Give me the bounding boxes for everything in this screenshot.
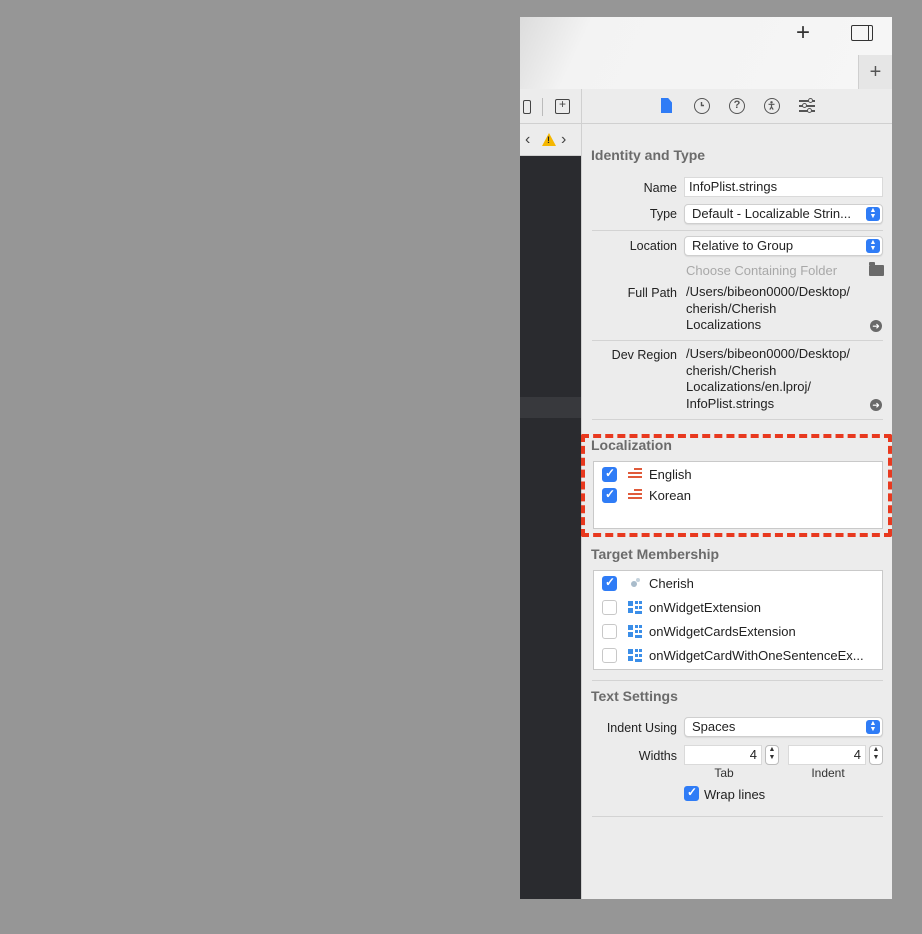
editor-area: ‹ ! ›: [520, 89, 581, 899]
chevron-updown-icon: ▲ ▼: [866, 720, 880, 734]
identity-section-title: Identity and Type: [591, 147, 706, 163]
file-inspector-panel: ? Identity and Type Name InfoPlist.strin…: [581, 89, 892, 899]
target-label: onWidgetCardsExtension: [649, 624, 796, 639]
location-popup-value: Relative to Group: [692, 238, 794, 253]
inspector-tab-bar: ?: [582, 89, 892, 124]
widget-extension-icon: [628, 625, 642, 638]
widget-extension-icon: [628, 601, 642, 614]
file-inspector-icon[interactable]: [659, 98, 675, 114]
target-label: onWidgetExtension: [649, 600, 762, 615]
minimap-icon[interactable]: [523, 100, 531, 114]
dev-region-value: /Users/bibeon0000/Desktop/ cherish/Cheri…: [686, 346, 850, 412]
wrap-lines-label: Wrap lines: [704, 787, 766, 802]
window-toolbar: + +: [520, 17, 892, 89]
nav-forward-icon[interactable]: ›: [561, 131, 566, 149]
location-popup[interactable]: Relative to Group ▲ ▼: [684, 236, 883, 256]
widget-extension-icon: [628, 649, 642, 662]
divider: [592, 816, 883, 817]
dev-region-label: Dev Region: [611, 348, 677, 362]
quick-help-icon[interactable]: ?: [729, 98, 745, 114]
indent-width-stepper[interactable]: ▲ ▼: [869, 745, 883, 765]
name-field[interactable]: InfoPlist.strings: [684, 177, 883, 197]
full-path-label: Full Path: [627, 286, 677, 300]
widget-cards-extension-checkbox[interactable]: [602, 624, 617, 639]
chevron-updown-icon: ▲ ▼: [866, 239, 880, 253]
reveal-in-finder-icon[interactable]: ➜: [870, 320, 882, 332]
list-item[interactable]: onWidgetExtension: [594, 598, 882, 618]
target-membership-list: Cherish onWidgetExtension onWidgetCardsE…: [593, 570, 883, 670]
choose-folder-text: Choose Containing Folder: [686, 263, 838, 278]
divider: [592, 419, 883, 420]
indent-using-popup[interactable]: Spaces ▲ ▼: [684, 717, 883, 737]
jump-bar: ‹ ! ›: [520, 124, 581, 156]
library-add-button[interactable]: +: [796, 21, 810, 45]
dev-region-line: /Users/bibeon0000/Desktop/: [686, 346, 851, 361]
editor-header: [520, 89, 581, 124]
text-settings-section-title: Text Settings: [591, 688, 678, 704]
folder-icon[interactable]: [869, 262, 884, 276]
indent-caption: Indent: [811, 766, 845, 780]
tab-width-stepper[interactable]: ▲ ▼: [765, 745, 779, 765]
toggle-inspector-icon[interactable]: [851, 25, 873, 41]
tab-caption: Tab: [714, 766, 734, 780]
cherish-checkbox[interactable]: [602, 575, 617, 591]
xcode-window: + + ‹ ! › ?: [520, 17, 892, 899]
widget-card-one-sentence-checkbox[interactable]: [602, 648, 617, 663]
indent-width-field[interactable]: 4: [788, 745, 866, 765]
full-path-value: /Users/bibeon0000/Desktop/ cherish/Cheri…: [686, 284, 850, 334]
warning-mark: !: [547, 135, 550, 145]
list-item[interactable]: onWidgetCardsExtension: [594, 622, 882, 642]
history-icon[interactable]: [694, 98, 710, 114]
divider: [592, 230, 883, 231]
location-label: Location: [629, 239, 677, 253]
type-popup[interactable]: Default - Localizable Strin... ▲ ▼: [684, 204, 883, 224]
new-tab-button[interactable]: +: [858, 55, 892, 89]
divider: [592, 340, 883, 341]
indent-using-value: Spaces: [692, 719, 736, 734]
dev-region-line: cherish/Cherish: [686, 362, 777, 378]
name-label: Name: [643, 181, 677, 195]
reveal-in-finder-icon[interactable]: ➜: [870, 399, 882, 411]
accessibility-icon[interactable]: [764, 98, 780, 114]
nav-back-icon[interactable]: ‹: [525, 131, 530, 149]
dev-region-line: InfoPlist.strings: [686, 395, 775, 411]
dev-region-line: Localizations/en.lproj/: [686, 379, 812, 394]
full-path-line: Localizations: [686, 317, 762, 332]
attributes-icon[interactable]: [799, 98, 815, 114]
target-label: Cherish: [649, 576, 694, 591]
indent-using-label: Indent Using: [606, 721, 677, 735]
tab-width-field[interactable]: 4: [684, 745, 762, 765]
full-path-line: cherish/Cherish: [686, 300, 777, 316]
widths-label: Widths: [638, 749, 677, 763]
type-popup-value: Default - Localizable Strin...: [692, 206, 851, 221]
editor-current-line: [520, 397, 581, 418]
full-path-line: /Users/bibeon0000/Desktop/: [686, 284, 851, 299]
wrap-lines-checkbox[interactable]: [684, 785, 699, 801]
chevron-updown-icon: ▲ ▼: [866, 207, 880, 221]
target-label: onWidgetCardWithOneSentenceEx...: [649, 648, 864, 663]
divider: [542, 98, 543, 116]
list-item[interactable]: onWidgetCardWithOneSentenceEx...: [594, 646, 882, 666]
app-target-icon: [628, 577, 642, 590]
list-item[interactable]: Cherish: [594, 574, 882, 594]
add-editor-icon[interactable]: [555, 97, 570, 114]
divider: [592, 680, 883, 681]
annotation-highlight-box: [581, 434, 892, 537]
warning-icon[interactable]: !: [542, 133, 556, 146]
widget-extension-checkbox[interactable]: [602, 600, 617, 615]
target-membership-section-title: Target Membership: [591, 546, 720, 562]
type-label: Type: [649, 207, 677, 221]
